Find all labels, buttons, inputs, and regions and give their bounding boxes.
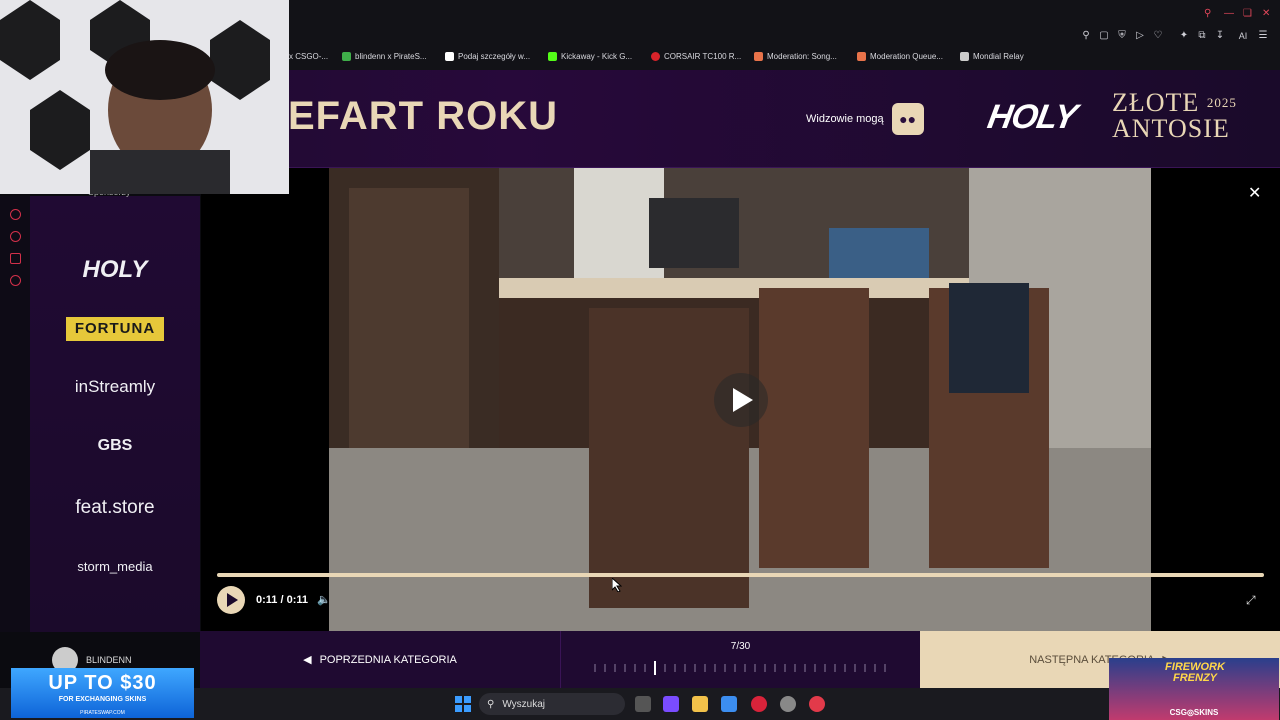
bookmark[interactable]: Podaj szczegóły w... [445, 52, 530, 61]
steam-icon[interactable] [780, 696, 796, 712]
bookmark-favicon-icon [754, 52, 763, 61]
clock-icon[interactable] [10, 231, 21, 242]
sponsor-instreamly[interactable]: inStreamly [30, 377, 200, 397]
sponsors-panel: HOLY FORTUNA inStreamly GBS feat.store s… [30, 196, 200, 632]
viewers-vote-control[interactable]: Widzowie mogą ●● [806, 103, 924, 135]
record-icon[interactable] [10, 209, 21, 220]
store-icon[interactable] [721, 696, 737, 712]
category-ticks[interactable] [590, 661, 890, 675]
shield-icon[interactable]: ⛨ [1117, 31, 1127, 41]
sponsor-stormmedia[interactable]: storm_media [30, 559, 200, 574]
corsair-favicon-icon [651, 52, 660, 61]
screenshot-icon[interactable]: ▢ [1099, 31, 1109, 41]
ai-button[interactable]: AI [1233, 31, 1253, 41]
holy-logo: HOLY [984, 98, 1080, 136]
bookmark[interactable]: CORSAIR TC100 R... [651, 52, 741, 61]
play-icon [733, 388, 753, 412]
webcam-image [0, 0, 289, 194]
extensions-icon[interactable]: ✦ [1179, 31, 1189, 41]
mouse-cursor [612, 578, 622, 592]
task-view-icon[interactable] [635, 696, 651, 712]
username: BLINDENN [86, 655, 132, 665]
chat-icon[interactable] [10, 253, 21, 264]
arrow-left-icon: ◀ [303, 654, 312, 666]
sponsor-fortuna[interactable]: FORTUNA [66, 317, 164, 341]
heart-icon[interactable]: ♡ [1153, 31, 1163, 41]
download-icon[interactable]: ↧ [1215, 31, 1225, 41]
fullscreen-icon[interactable]: ⤢ [1246, 593, 1256, 608]
users-icon[interactable]: ●● [891, 103, 924, 135]
page-icon [960, 52, 969, 61]
file-explorer-icon[interactable] [692, 696, 708, 712]
windows-start-icon[interactable] [455, 696, 471, 712]
play-icon[interactable]: ▷ [1135, 31, 1145, 41]
bookmark-favicon-icon [857, 52, 866, 61]
search-placeholder: Wyszukaj [502, 698, 546, 710]
taskbar-search[interactable]: ⚲ Wyszukaj [479, 693, 625, 715]
previous-category-label: POPRZEDNIA KATEGORIA [319, 653, 457, 666]
timecode: 0:11 / 0:11 [256, 594, 308, 606]
app-icon[interactable] [809, 696, 825, 712]
bookmark[interactable]: Mondial Relay [960, 52, 1024, 61]
copilot-icon[interactable] [663, 696, 679, 712]
close-icon[interactable]: ✕ [1248, 183, 1261, 203]
left-rail [0, 196, 30, 632]
kick-favicon-icon [548, 52, 557, 61]
sponsor-gbs[interactable]: GBS [30, 437, 200, 455]
bookmark[interactable]: blindenn x PirateS... [342, 52, 427, 61]
sponsor-featstore[interactable]: feat.store [30, 497, 200, 519]
sponsor-holy[interactable]: HOLY [30, 256, 200, 284]
bookmark-favicon-icon [342, 52, 351, 61]
search-icon[interactable]: ⚲ [1204, 8, 1211, 19]
game-title: FIREWORK FRENZY [1165, 661, 1225, 684]
gear-icon[interactable] [10, 275, 21, 286]
bookmark[interactable]: Moderation Queue... [857, 52, 943, 61]
ad-url: PIRATESWAP.COM [80, 710, 125, 716]
volume-icon[interactable]: 🔈 [317, 593, 331, 606]
pin-icon[interactable]: ⚲ [1081, 31, 1091, 41]
overlay-brand: CSG◎SKINS [1169, 708, 1219, 717]
page-title: EFART ROKU [288, 94, 558, 138]
bookmark[interactable]: Kickaway - Kick G... [548, 52, 632, 61]
viewers-label: Widzowie mogą [806, 113, 884, 125]
play-icon [227, 593, 238, 607]
menu-icon[interactable]: ☰ [1258, 31, 1268, 41]
minimize-icon[interactable]: — [1224, 8, 1234, 19]
event-year: 2025 [1206, 95, 1237, 110]
restore-icon[interactable]: ❏ [1243, 8, 1252, 19]
progress-bar[interactable] [217, 573, 1264, 577]
bookmark-favicon-icon [445, 52, 454, 61]
search-icon: ⚲ [487, 698, 495, 710]
share-icon[interactable]: ⧉ [1197, 31, 1207, 41]
bookmark[interactable]: x CSGO-... [289, 52, 328, 61]
event-logo-line1: ZŁOTE [1112, 88, 1200, 117]
opera-gx-icon[interactable] [751, 696, 767, 712]
previous-category-button[interactable]: ◀ POPRZEDNIA KATEGORIA [200, 631, 561, 688]
event-logo: ZŁOTE 2025 ANTOSIE [1112, 90, 1237, 142]
ad-subline: FOR EXCHANGING SKINS [58, 696, 147, 703]
webcam-overlay [0, 0, 289, 194]
event-logo-line2: ANTOSIE [1112, 114, 1230, 143]
category-counter: 7/30 [730, 641, 751, 652]
close-window-icon[interactable]: ✕ [1262, 8, 1270, 19]
ad-headline: UP TO $30 [48, 672, 157, 694]
bookmark[interactable]: Moderation: Song... [754, 52, 837, 61]
